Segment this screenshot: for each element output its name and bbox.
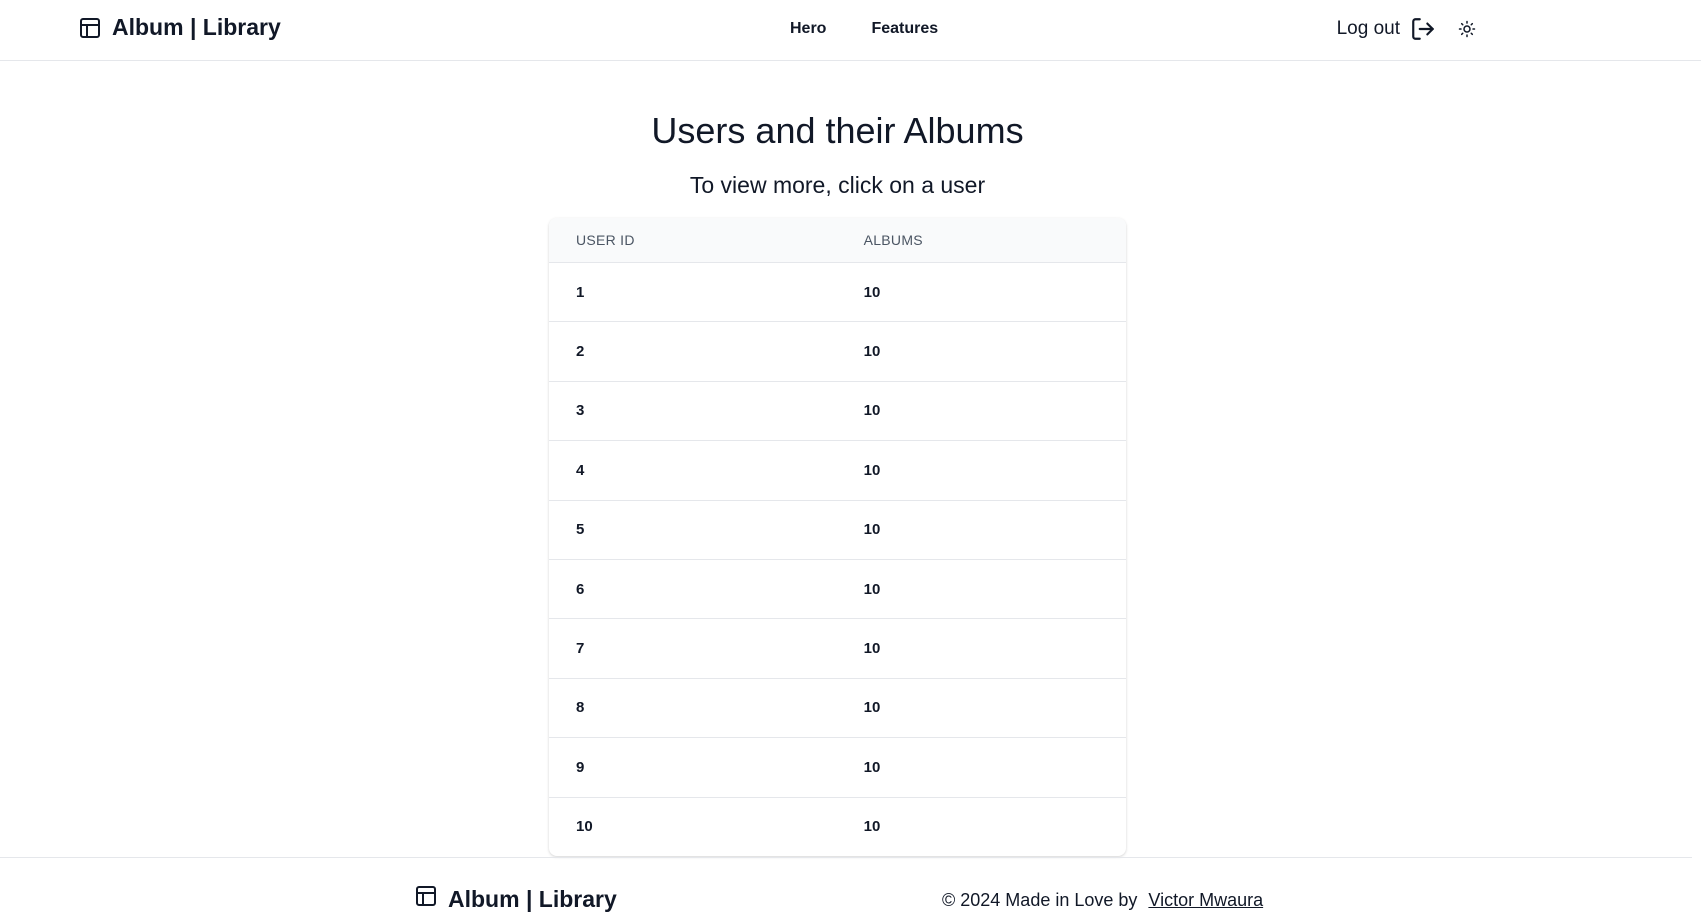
table-header: USER ID ALBUMS [549, 218, 1126, 263]
main-nav: Hero Features [790, 20, 938, 38]
table-body: 1 10 2 10 3 10 4 10 5 10 6 10 7 10 8 10 … [549, 262, 1126, 857]
site-footer: Album | Library © 2024 Made in Love by V… [0, 857, 1692, 922]
brand-name: Album | Library [112, 14, 281, 40]
layout-icon [414, 884, 438, 914]
table-row[interactable]: 5 10 [549, 500, 1126, 560]
table-row[interactable]: 10 10 [549, 797, 1126, 856]
header-actions: Log out [1337, 16, 1476, 42]
table-header-row: USER ID ALBUMS [549, 218, 1126, 263]
user-id-cell: 6 [549, 559, 837, 620]
albums-cell: 10 [836, 618, 1126, 679]
user-id-cell: 7 [549, 618, 837, 679]
albums-cell: 10 [836, 381, 1126, 442]
theme-toggle-button[interactable] [1458, 20, 1476, 38]
nav-hero-link[interactable]: Hero [790, 20, 826, 38]
author-link[interactable]: Victor Mwaura [1148, 890, 1263, 910]
table-row[interactable]: 1 10 [549, 262, 1126, 323]
table-row[interactable]: 3 10 [549, 381, 1126, 442]
user-id-cell: 10 [576, 818, 593, 836]
albums-cell: 10 [836, 321, 1126, 382]
table-row[interactable]: 6 10 [549, 559, 1126, 620]
sun-icon [1458, 20, 1476, 38]
column-header-albums: ALBUMS [836, 218, 1126, 263]
user-id-cell: 9 [549, 737, 837, 798]
credit-text: © 2024 Made in Love by [942, 890, 1138, 910]
site-header: Album | Library Hero Features Log out [0, 0, 1701, 61]
table-row[interactable]: 8 10 [549, 678, 1126, 739]
logout-button[interactable]: Log out [1337, 16, 1436, 42]
layout-icon [78, 16, 102, 40]
user-id-cell: 2 [549, 321, 837, 382]
brand[interactable]: Album | Library [78, 14, 281, 41]
albums-cell: 10 [836, 500, 1126, 560]
table-row[interactable]: 2 10 [549, 321, 1126, 382]
albums-cell: 10 [863, 818, 881, 836]
page-title: Users and their Albums [651, 110, 1024, 151]
table-row[interactable]: 7 10 [549, 618, 1126, 679]
table-row[interactable]: 9 10 [549, 737, 1126, 798]
table-row[interactable]: 4 10 [549, 440, 1126, 501]
user-id-cell: 5 [549, 500, 837, 560]
user-id-cell: 8 [549, 678, 837, 739]
user-id-cell: 4 [549, 440, 837, 501]
users-table: USER ID ALBUMS 1 10 2 10 3 10 4 10 5 10 … [549, 218, 1126, 856]
user-id-cell: 3 [549, 381, 837, 442]
page-subtitle: To view more, click on a user [689, 172, 986, 198]
footer-brand-name: Album | Library [448, 885, 617, 912]
albums-cell: 10 [836, 559, 1126, 620]
column-header-user-id: USER ID [549, 218, 837, 263]
footer-credit: © 2024 Made in Love by Victor Mwaura [942, 890, 1263, 911]
logout-label: Log out [1336, 18, 1400, 39]
nav-features-link[interactable]: Features [871, 20, 938, 38]
logout-icon [1410, 16, 1436, 42]
albums-cell: 10 [836, 440, 1126, 501]
albums-cell: 10 [836, 737, 1126, 798]
users-table-container: USER ID ALBUMS 1 10 2 10 3 10 4 10 5 10 … [549, 218, 1126, 856]
user-id-cell: 1 [549, 262, 837, 323]
albums-cell: 10 [836, 678, 1126, 739]
albums-cell: 10 [836, 262, 1126, 323]
footer-brand[interactable]: Album | Library [414, 884, 617, 914]
